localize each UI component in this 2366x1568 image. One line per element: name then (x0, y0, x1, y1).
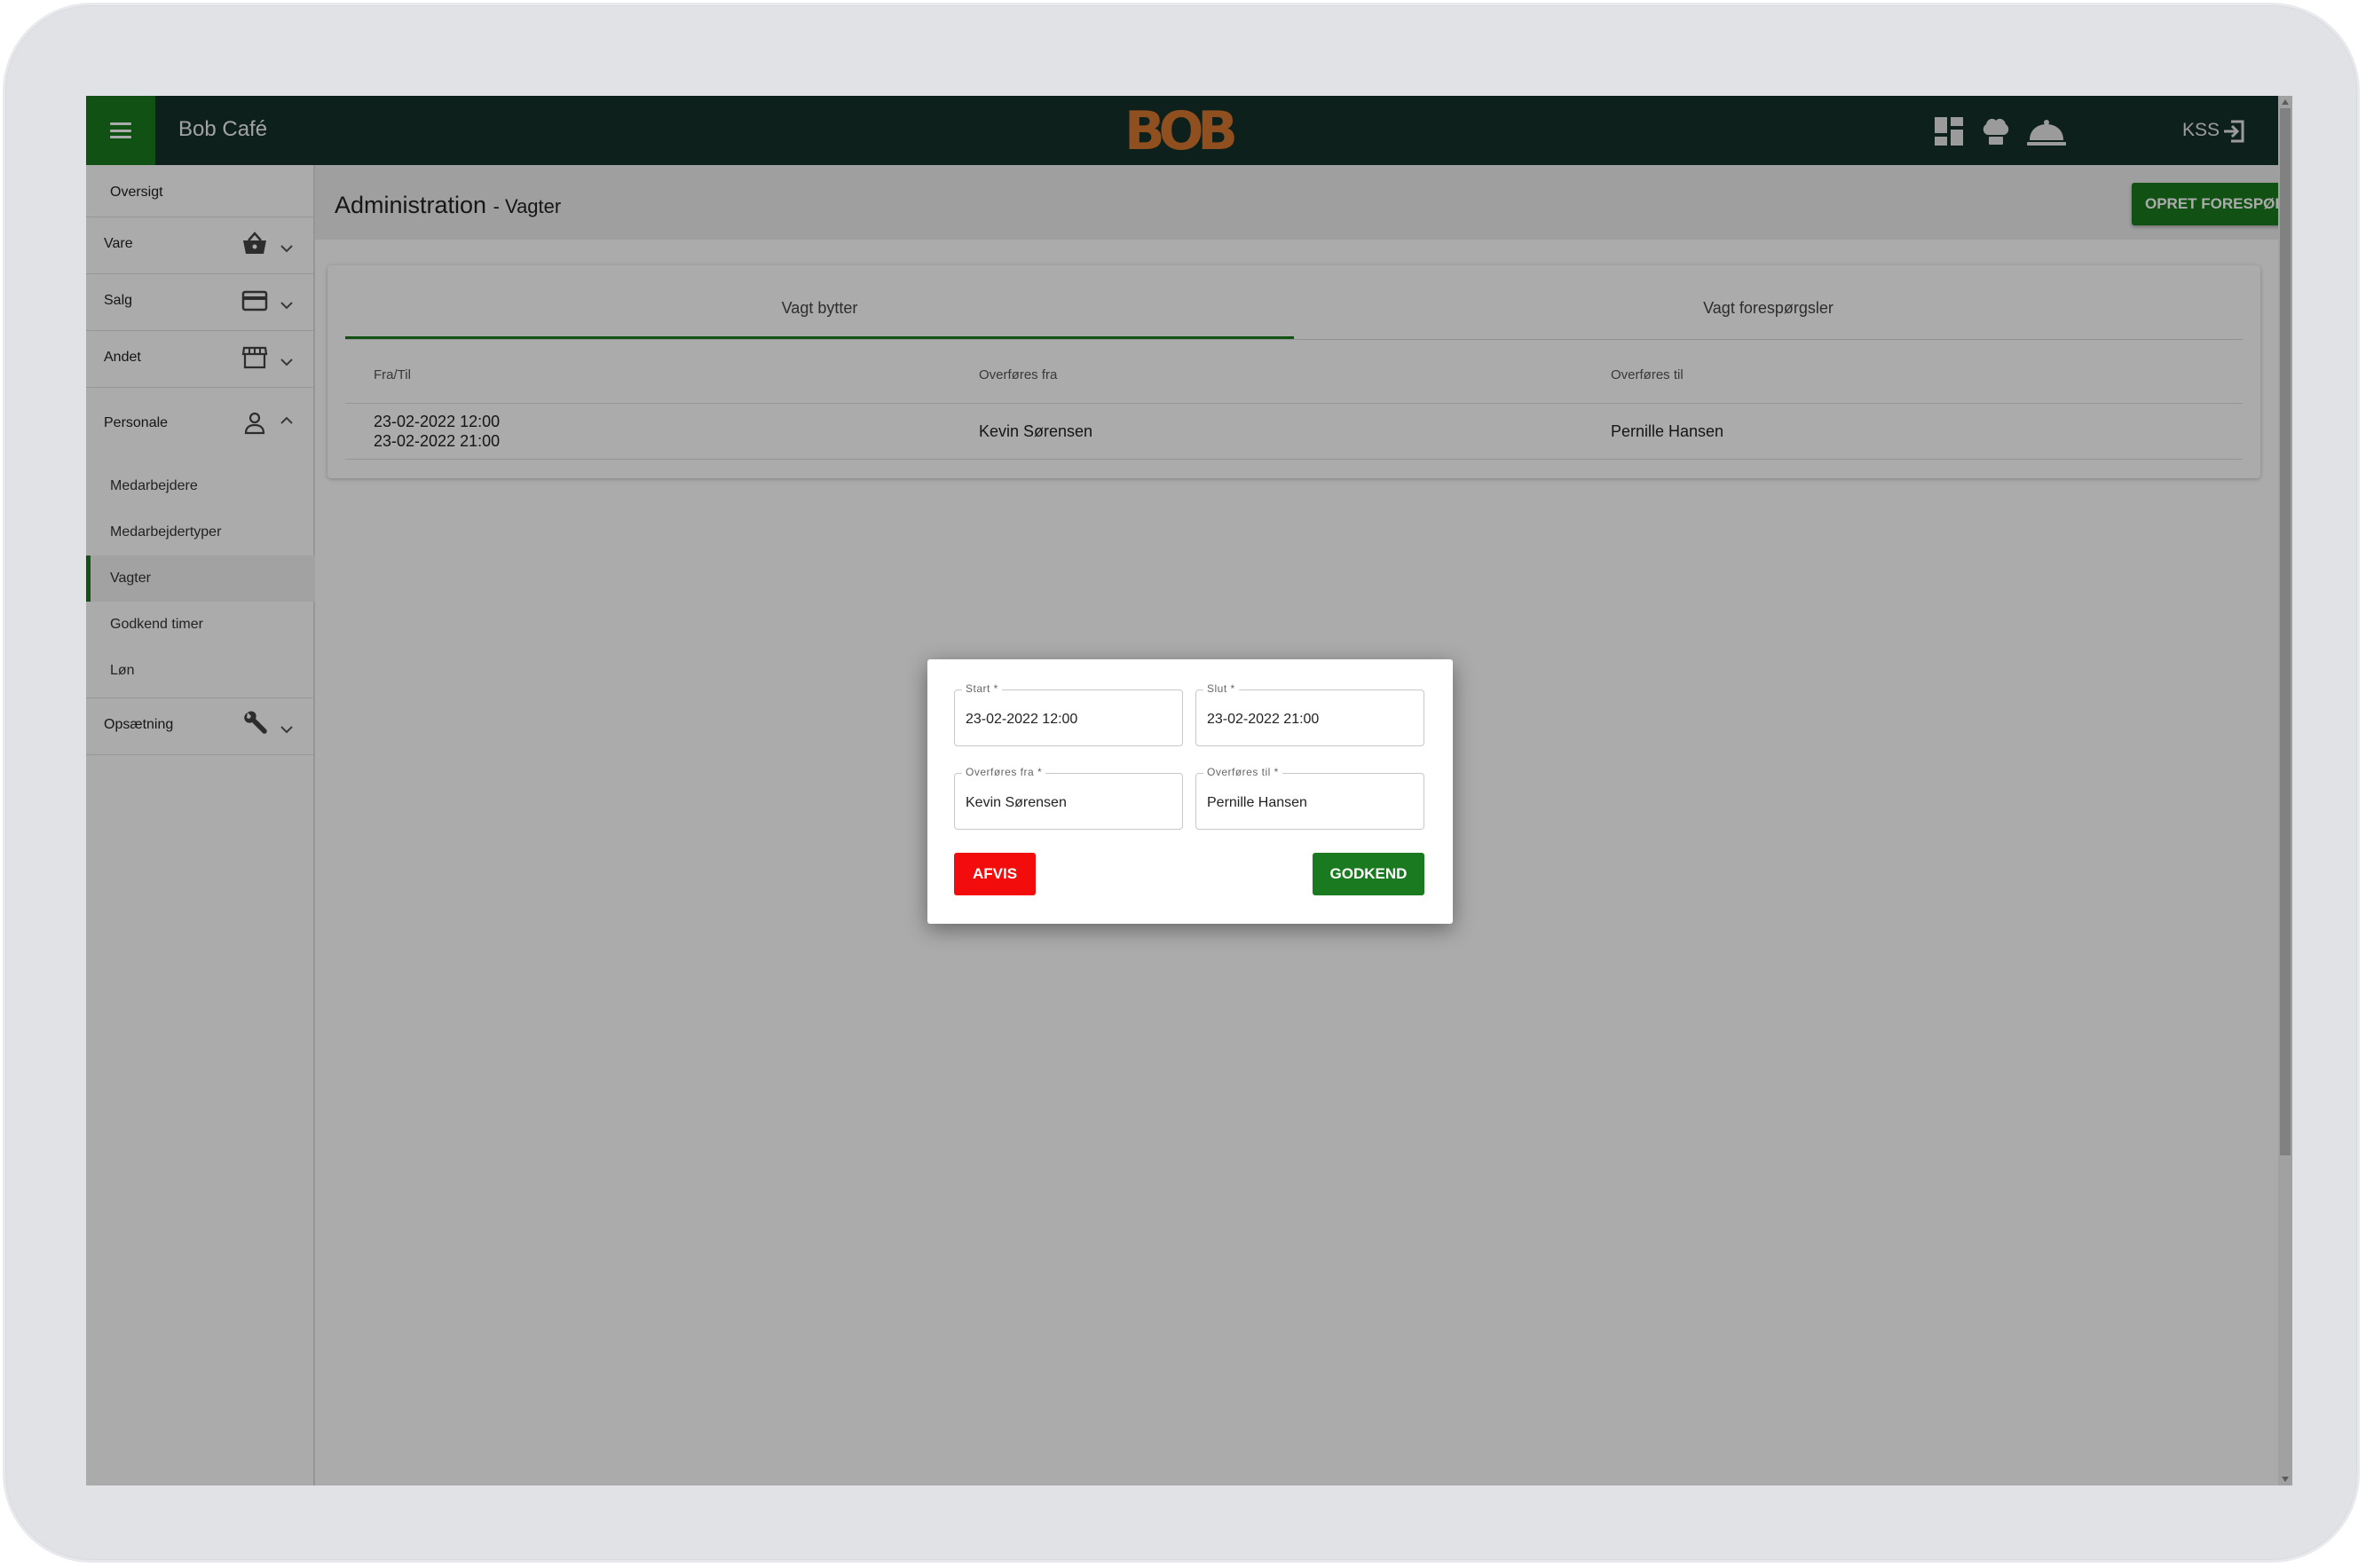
transfer-to-field[interactable]: Overføres til * Pernille Hansen (1195, 766, 1424, 830)
start-field[interactable]: Start * 23-02-2022 12:00 (954, 682, 1183, 746)
reject-button[interactable]: AFVIS (954, 853, 1036, 895)
transfer-from-label: Overføres fra * (962, 766, 1046, 778)
transfer-to-label: Overføres til * (1203, 766, 1282, 778)
end-field-label: Slut * (1203, 682, 1239, 695)
app-screen: Bob Café BOB KSS Oversigt Vare Salg Ande… (86, 96, 2292, 1485)
start-field-label: Start * (962, 682, 1002, 695)
end-field-value: 23-02-2022 21:00 (1207, 712, 1320, 727)
shift-swap-dialog: Start * 23-02-2022 12:00 Slut * 23-02-20… (927, 659, 1453, 924)
start-field-value: 23-02-2022 12:00 (966, 712, 1078, 727)
approve-button[interactable]: GODKEND (1313, 853, 1424, 895)
tablet-frame: Bob Café BOB KSS Oversigt Vare Salg Ande… (3, 3, 2360, 1563)
end-field[interactable]: Slut * 23-02-2022 21:00 (1195, 682, 1424, 746)
transfer-from-field[interactable]: Overføres fra * Kevin Sørensen (954, 766, 1183, 830)
transfer-from-value: Kevin Sørensen (966, 795, 1067, 810)
transfer-to-value: Pernille Hansen (1207, 795, 1307, 810)
